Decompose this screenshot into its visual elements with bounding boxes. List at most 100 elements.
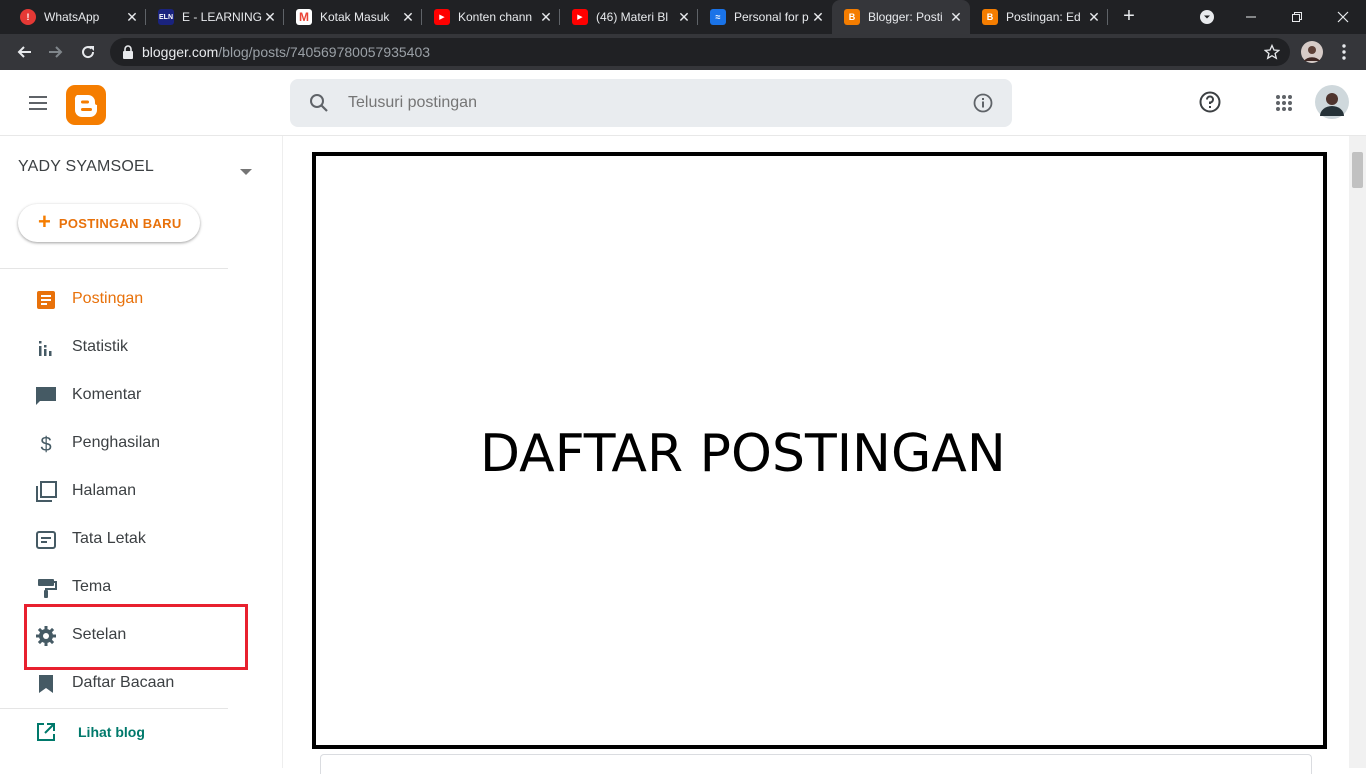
search-bar[interactable] xyxy=(290,79,1012,127)
browser-tab-active[interactable]: B Blogger: Posti ✕ xyxy=(832,0,970,34)
close-icon[interactable]: ✕ xyxy=(676,9,692,26)
sidebar-item-label: Postingan xyxy=(72,290,144,307)
help-icon[interactable] xyxy=(1198,90,1222,114)
sidebar-item-stats[interactable]: Statistik xyxy=(0,324,260,372)
restore-button[interactable] xyxy=(1274,0,1320,34)
close-icon[interactable]: ✕ xyxy=(948,9,964,26)
lock-icon xyxy=(123,45,133,59)
browser-tab[interactable]: ▶ (46) Materi Bl ✕ xyxy=(560,0,698,34)
back-button[interactable] xyxy=(10,38,38,66)
scrollbar[interactable] xyxy=(1349,136,1366,768)
browser-menu-button[interactable] xyxy=(1330,38,1358,66)
sidebar-item-label: Halaman xyxy=(72,482,137,499)
view-blog-label: Lihat blog xyxy=(78,724,145,740)
main-content: DAFTAR POSTINGAN xyxy=(283,136,1349,774)
menu-icon[interactable] xyxy=(26,91,50,115)
external-link-icon xyxy=(37,723,55,741)
tab-title: WhatsApp xyxy=(44,10,100,24)
reload-icon xyxy=(82,46,95,59)
tab-title: Kotak Masuk xyxy=(320,10,390,24)
post-card xyxy=(320,754,1312,774)
browser-tab[interactable]: M Kotak Masuk ✕ xyxy=(284,0,422,34)
tab-title: Blogger: Posti xyxy=(868,10,943,24)
sidebar-item-layout[interactable]: Tata Letak xyxy=(0,516,260,564)
divider xyxy=(0,268,228,269)
arrow-right-icon xyxy=(49,46,63,58)
stats-icon xyxy=(39,341,52,356)
theme-icon xyxy=(38,579,57,598)
layout-icon xyxy=(36,531,56,549)
highlight-box xyxy=(24,604,248,670)
new-tab-button[interactable]: + xyxy=(1118,5,1140,27)
tab-title: Personal for p xyxy=(734,10,809,24)
browser-tab[interactable]: ELN E - LEARNING ✕ xyxy=(146,0,284,34)
pages-icon xyxy=(36,481,57,502)
blog-name[interactable]: YADY SYAMSOEL xyxy=(18,158,154,176)
close-icon[interactable]: ✕ xyxy=(538,9,554,26)
sidebar-item-earnings[interactable]: $ Penghasilan xyxy=(0,420,260,468)
posts-icon xyxy=(37,291,55,309)
sidebar-item-label: Tata Letak xyxy=(72,530,146,547)
bookmark-star-button[interactable] xyxy=(1258,38,1286,66)
close-icon[interactable]: ✕ xyxy=(810,9,826,26)
sidebar-item-comments[interactable]: Komentar xyxy=(0,372,260,420)
close-icon[interactable]: ✕ xyxy=(124,9,140,26)
blogger-logo[interactable] xyxy=(66,85,106,125)
svg-text:$: $ xyxy=(40,434,51,456)
sidebar-item-posts[interactable]: Postingan xyxy=(0,276,260,324)
personal-icon: ≈ xyxy=(710,9,726,25)
page-title: DAFTAR POSTINGAN xyxy=(480,424,1006,484)
scrollbar-thumb[interactable] xyxy=(1352,152,1363,188)
reload-button[interactable] xyxy=(74,38,102,66)
avatar xyxy=(1301,41,1323,63)
browser-tab[interactable]: ▶ Konten chann ✕ xyxy=(422,0,560,34)
new-post-button[interactable]: + POSTINGAN BARU xyxy=(18,204,200,242)
browser-tab[interactable]: B Postingan: Ed ✕ xyxy=(970,0,1108,34)
profile-button[interactable] xyxy=(1298,38,1326,66)
minimize-button[interactable] xyxy=(1228,0,1274,34)
close-icon[interactable]: ✕ xyxy=(262,9,278,26)
avatar[interactable] xyxy=(1315,85,1349,119)
more-vert-icon xyxy=(1342,44,1346,60)
browser-tab[interactable]: ≈ Personal for p ✕ xyxy=(698,0,832,34)
forward-button[interactable] xyxy=(42,38,70,66)
tab-title: E - LEARNING xyxy=(182,10,262,24)
post-list-frame: DAFTAR POSTINGAN xyxy=(312,152,1327,749)
new-post-label: POSTINGAN BARU xyxy=(58,215,182,231)
sidebar-item-label: Daftar Bacaan xyxy=(72,674,175,691)
close-window-button[interactable] xyxy=(1320,0,1366,34)
youtube-icon: ▶ xyxy=(572,9,588,25)
bookmark-icon xyxy=(39,675,53,693)
sidebar-item-label: Tema xyxy=(72,578,112,595)
whatsapp-icon: ! xyxy=(20,9,36,25)
close-icon[interactable]: ✕ xyxy=(1086,9,1102,26)
apps-icon[interactable] xyxy=(1272,91,1296,115)
sidebar-item-label: Komentar xyxy=(72,386,142,403)
close-icon[interactable]: ✕ xyxy=(400,9,416,26)
app-header xyxy=(0,70,1366,136)
search-input[interactable] xyxy=(348,91,948,115)
youtube-icon: ▶ xyxy=(434,9,450,25)
dollar-icon: $ xyxy=(40,434,51,456)
tab-title: Postingan: Ed xyxy=(1006,10,1081,24)
arrow-left-icon xyxy=(17,46,31,58)
tab-search-icon[interactable] xyxy=(1184,0,1230,34)
tab-title: (46) Materi Bl xyxy=(596,10,669,24)
blogger-icon xyxy=(74,95,98,117)
eln-icon: ELN xyxy=(158,9,174,25)
sidebar: YADY SYAMSOEL + POSTINGAN BARU Postingan… xyxy=(0,136,283,768)
address-bar[interactable]: blogger.com/blog/posts/74056978005793540… xyxy=(110,38,1290,66)
sidebar-item-label: Statistik xyxy=(72,338,129,355)
star-icon xyxy=(1264,44,1280,60)
view-blog-link[interactable]: Lihat blog xyxy=(0,718,260,746)
chevron-down-icon[interactable] xyxy=(240,164,252,182)
browser-tab-strip: ! WhatsApp ✕ ELN E - LEARNING ✕ M Kotak … xyxy=(0,0,1366,34)
info-icon xyxy=(973,93,993,113)
browser-tab[interactable]: ! WhatsApp ✕ xyxy=(8,0,146,34)
tab-title: Konten chann xyxy=(458,10,533,24)
sidebar-item-pages[interactable]: Halaman xyxy=(0,468,260,516)
url-host: blogger.com xyxy=(142,44,219,60)
blogger-icon: B xyxy=(844,9,860,25)
plus-icon: + xyxy=(38,209,51,234)
gmail-icon: M xyxy=(296,9,312,25)
